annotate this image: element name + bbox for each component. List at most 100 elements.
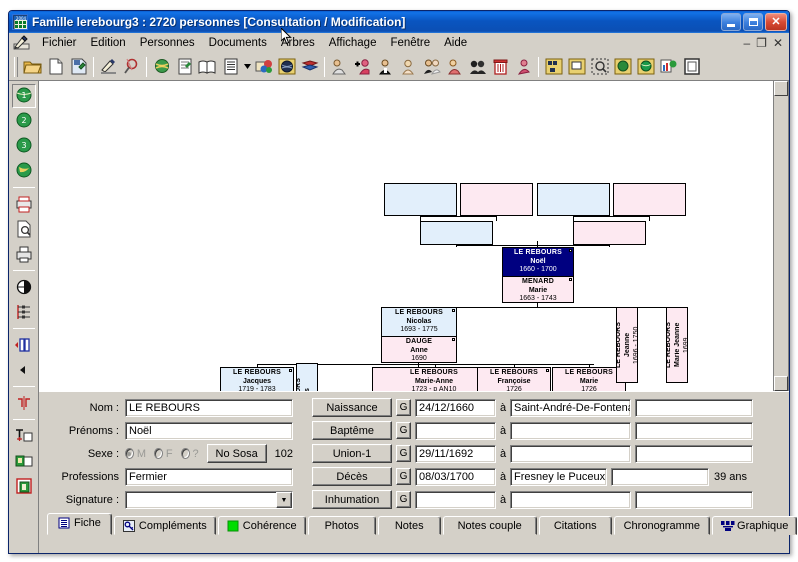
- sexe-radio-f[interactable]: [154, 448, 163, 459]
- bapteme-place-input[interactable]: [510, 421, 631, 440]
- menu-edition[interactable]: Edition: [84, 35, 133, 51]
- inhumation-place2-input[interactable]: [635, 490, 753, 509]
- box-handle[interactable]: [546, 369, 549, 372]
- tab-complements[interactable]: Compléments: [113, 516, 216, 535]
- naissance-place2-input[interactable]: [635, 398, 753, 417]
- books-icon[interactable]: [298, 55, 321, 78]
- menu-fichier[interactable]: Fichier: [35, 35, 84, 51]
- save-document-icon[interactable]: [67, 55, 90, 78]
- sexe-radio-unknown[interactable]: [180, 448, 190, 459]
- open-book-icon[interactable]: [196, 55, 219, 78]
- generation-3-icon[interactable]: 3: [12, 134, 36, 158]
- tab-citations[interactable]: Citations: [538, 516, 612, 535]
- deces-button[interactable]: Décès: [312, 467, 392, 486]
- naissance-button[interactable]: Naissance: [312, 398, 392, 417]
- printer-icon[interactable]: [12, 242, 36, 266]
- tree-person-spouse[interactable]: DAUGE Anne 1690: [382, 336, 456, 362]
- left-arrow-icon[interactable]: [12, 358, 36, 382]
- globe-icon[interactable]: [150, 55, 173, 78]
- pen-ruler-icon[interactable]: [13, 34, 31, 51]
- generation-all-icon[interactable]: [12, 159, 36, 183]
- box-handle[interactable]: [289, 369, 292, 372]
- bapteme-place2-input[interactable]: [635, 421, 753, 440]
- print-preview-red-icon[interactable]: [12, 192, 36, 216]
- close-button[interactable]: ✕: [765, 13, 787, 31]
- nom-input[interactable]: LE REBOURS: [125, 398, 293, 417]
- child-icon[interactable]: [443, 55, 466, 78]
- menu-personnes[interactable]: Personnes: [133, 35, 202, 51]
- tree-box-empty[interactable]: [420, 221, 493, 245]
- woman-icon[interactable]: [397, 55, 420, 78]
- edit-tool-icon[interactable]: [97, 55, 120, 78]
- tree-globe-icon[interactable]: [634, 55, 657, 78]
- union-g-button[interactable]: G: [396, 445, 411, 462]
- union-1-button[interactable]: Union-1: [312, 444, 392, 463]
- tree-descendants-icon[interactable]: [565, 55, 588, 78]
- professions-input[interactable]: Fermier: [125, 467, 293, 486]
- tree-box-empty[interactable]: [537, 183, 610, 216]
- tab-chronogramme[interactable]: Chronogramme: [613, 516, 711, 535]
- tree-global-icon[interactable]: [12, 275, 36, 299]
- box-handle[interactable]: [452, 309, 455, 312]
- menu-affichage[interactable]: Affichage: [322, 35, 384, 51]
- page-preview-icon[interactable]: [12, 217, 36, 241]
- box-handle[interactable]: [569, 278, 572, 281]
- person-move-icon[interactable]: [512, 55, 535, 78]
- mdi-restore-button[interactable]: ❐: [756, 37, 767, 49]
- tab-photos[interactable]: Photos: [307, 516, 376, 535]
- box-handle[interactable]: [452, 338, 455, 341]
- tree-box-vertical[interactable]: LE REBOURS Nicolas p 1721: [296, 363, 318, 391]
- mdi-minimize-button[interactable]: –: [743, 37, 750, 49]
- menu-fenetre[interactable]: Fenêtre: [383, 35, 437, 51]
- frame-icon[interactable]: [680, 55, 703, 78]
- color-box-icon[interactable]: [12, 449, 36, 473]
- scroll-up-button[interactable]: [774, 81, 788, 96]
- tree-sheet-icon[interactable]: [611, 55, 634, 78]
- scroll-down-button[interactable]: [774, 376, 788, 391]
- man-icon[interactable]: [374, 55, 397, 78]
- globe-dark-icon[interactable]: [275, 55, 298, 78]
- inhumation-place-input[interactable]: [510, 490, 631, 509]
- menu-aide[interactable]: Aide: [437, 35, 474, 51]
- tree-person[interactable]: LE REBOURS Marie 1726: [553, 368, 625, 391]
- tree-person-selected[interactable]: LE REBOURS Noël 1660 - 1700: [503, 248, 573, 276]
- family-tree-canvas[interactable]: LE REBOURS Noël 1660 - 1700 MENARD Marie…: [39, 81, 789, 391]
- union-place2-input[interactable]: [635, 444, 753, 463]
- dropdown-caret-icon[interactable]: [242, 55, 252, 78]
- sexe-radio-m[interactable]: [125, 448, 134, 459]
- tab-graphique[interactable]: Graphique: [712, 516, 798, 535]
- tab-notes-couple[interactable]: Notes couple: [442, 516, 537, 535]
- signature-combo[interactable]: ▼: [125, 490, 293, 509]
- generation-2-icon[interactable]: 2: [12, 109, 36, 133]
- menu-arbres[interactable]: Arbres: [274, 35, 322, 51]
- maximize-button[interactable]: [743, 13, 763, 31]
- no-sosa-button[interactable]: No Sosa: [206, 444, 267, 463]
- naissance-g-button[interactable]: G: [396, 399, 411, 416]
- union-place-input[interactable]: [510, 444, 631, 463]
- deces-g-button[interactable]: G: [396, 468, 411, 485]
- union-date-input[interactable]: 29/11/1692: [415, 444, 496, 463]
- menu-documents[interactable]: Documents: [202, 35, 274, 51]
- bapteme-g-button[interactable]: G: [396, 422, 411, 439]
- deces-place-input[interactable]: Fresney le Puceux: [510, 467, 607, 486]
- zoom-select-icon[interactable]: [588, 55, 611, 78]
- tree-list-icon[interactable]: [12, 300, 36, 324]
- inhumation-button[interactable]: Inhumation: [312, 490, 392, 509]
- chevron-down-icon[interactable]: ▼: [276, 492, 292, 508]
- tree-box-vertical[interactable]: LE REBOURS Marie Jeanne 1699: [666, 307, 688, 383]
- prenoms-input[interactable]: Noël: [125, 421, 293, 440]
- tree-box-couple[interactable]: LE REBOURS Françoise 1726 ALLAN Pierre: [477, 367, 551, 391]
- new-document-icon[interactable]: [44, 55, 67, 78]
- frame-green-icon[interactable]: [12, 474, 36, 498]
- inhumation-date-input[interactable]: [415, 490, 496, 509]
- tree-person-spouse[interactable]: MENARD Marie 1663 - 1743: [503, 276, 573, 302]
- generation-1-icon[interactable]: 1: [11, 84, 36, 108]
- tree-ancestors-icon[interactable]: [542, 55, 565, 78]
- naissance-date-input[interactable]: 24/12/1660: [415, 398, 496, 417]
- columns-icon[interactable]: [12, 333, 36, 357]
- tree-person[interactable]: LE REBOURS Françoise 1726: [478, 368, 550, 391]
- tab-coherence[interactable]: Cohérence: [217, 516, 306, 535]
- tab-notes[interactable]: Notes: [377, 516, 441, 535]
- inhumation-g-button[interactable]: G: [396, 491, 411, 508]
- deces-place2-input[interactable]: [611, 467, 709, 486]
